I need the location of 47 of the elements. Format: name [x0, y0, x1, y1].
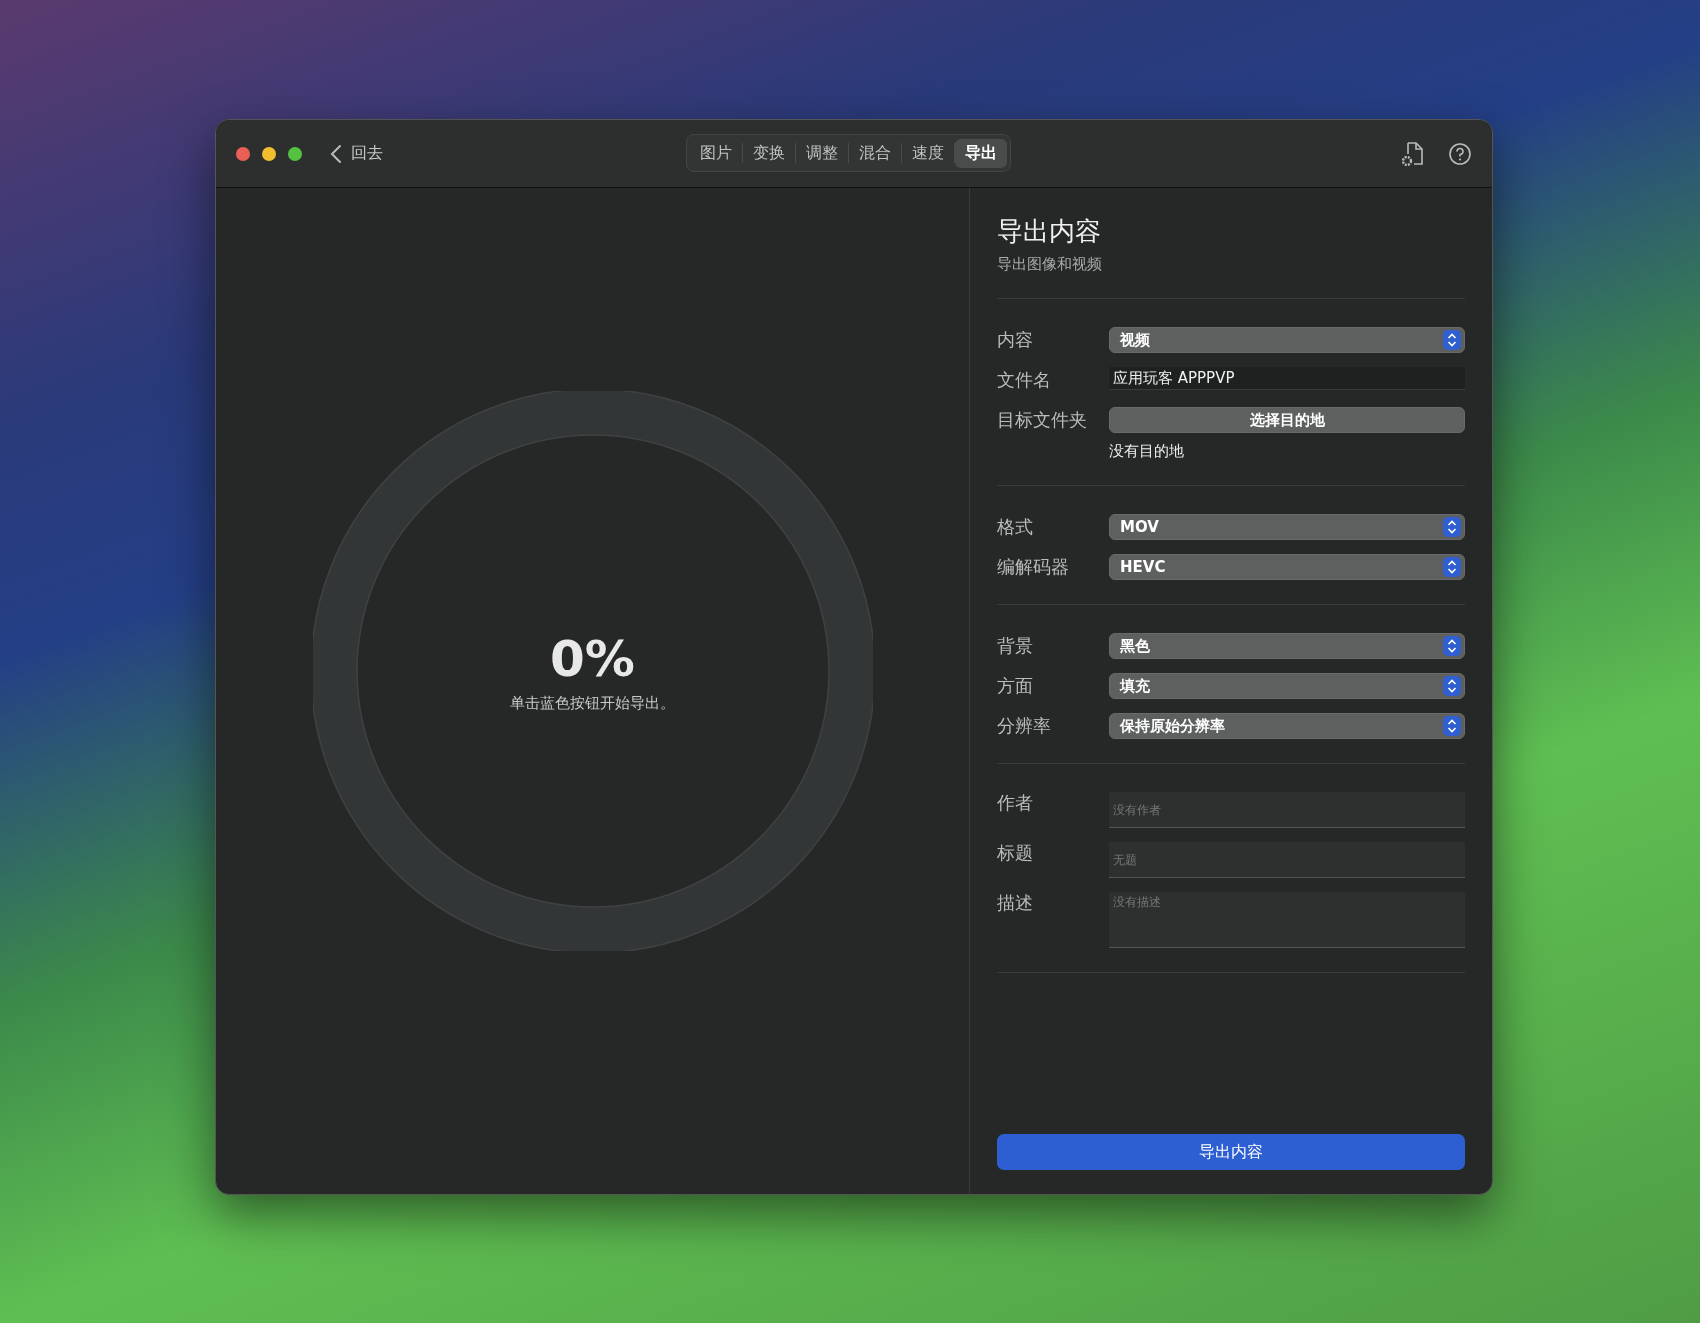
field-label: 方面	[997, 674, 1034, 698]
field-label: 作者	[997, 792, 1034, 814]
filename-field[interactable]: 应用玩客 APPPVP	[1109, 367, 1465, 390]
field-label: 描述	[997, 892, 1034, 914]
field-label: 背景	[997, 634, 1034, 658]
document-settings-icon[interactable]	[1400, 139, 1426, 168]
description-field[interactable]: 没有描述	[1109, 892, 1465, 948]
dropdown[interactable]: 黑色	[1109, 633, 1465, 659]
input-field[interactable]: 无题	[1109, 842, 1465, 878]
help-icon[interactable]	[1448, 141, 1472, 166]
choose-destination-button[interactable]: 选择目的地	[1109, 407, 1465, 433]
dropdown[interactable]: 视频	[1109, 327, 1465, 353]
stepper-chevrons-icon	[1443, 330, 1461, 350]
field-label: 编解码器	[997, 555, 1070, 579]
destination-note: 没有目的地	[1109, 442, 1185, 461]
dropdown[interactable]: 填充	[1109, 673, 1465, 699]
progress-hint: 单击蓝色按钮开始导出。	[510, 693, 675, 713]
field-label: 文件名	[997, 368, 1052, 392]
tab[interactable]: 图片	[690, 138, 742, 168]
chevron-left-icon	[330, 143, 342, 164]
field-label: 格式	[997, 515, 1034, 539]
tab[interactable]: 速度	[902, 138, 954, 168]
close-button[interactable]	[236, 146, 250, 161]
field-label: 标题	[997, 842, 1034, 864]
field-label: 分辨率	[997, 714, 1052, 738]
stepper-chevrons-icon	[1443, 557, 1461, 577]
progress-percent: 0%	[550, 629, 635, 688]
export-button[interactable]: 导出内容	[997, 1134, 1465, 1170]
stepper-chevrons-icon	[1443, 517, 1461, 537]
minimize-button[interactable]	[262, 146, 276, 161]
dropdown[interactable]: MOV	[1109, 514, 1465, 540]
dropdown[interactable]: HEVC	[1109, 554, 1465, 580]
zoom-button[interactable]	[288, 146, 302, 161]
stepper-chevrons-icon	[1443, 676, 1461, 696]
stepper-chevrons-icon	[1443, 716, 1461, 736]
stepper-chevrons-icon	[1443, 636, 1461, 656]
field-label: 目标文件夹	[997, 408, 1088, 432]
field-label: 内容	[997, 328, 1034, 352]
back-button[interactable]: 回去	[330, 143, 383, 164]
dropdown[interactable]: 保持原始分辨率	[1109, 713, 1465, 739]
tab[interactable]: 变换	[743, 138, 795, 168]
tab[interactable]: 混合	[849, 138, 901, 168]
panel-title: 导出内容	[997, 215, 1102, 248]
tab[interactable]: 导出	[955, 138, 1007, 168]
panel-subtitle: 导出图像和视频	[997, 255, 1103, 274]
input-field[interactable]: 没有作者	[1109, 792, 1465, 828]
tab[interactable]: 调整	[796, 138, 848, 168]
